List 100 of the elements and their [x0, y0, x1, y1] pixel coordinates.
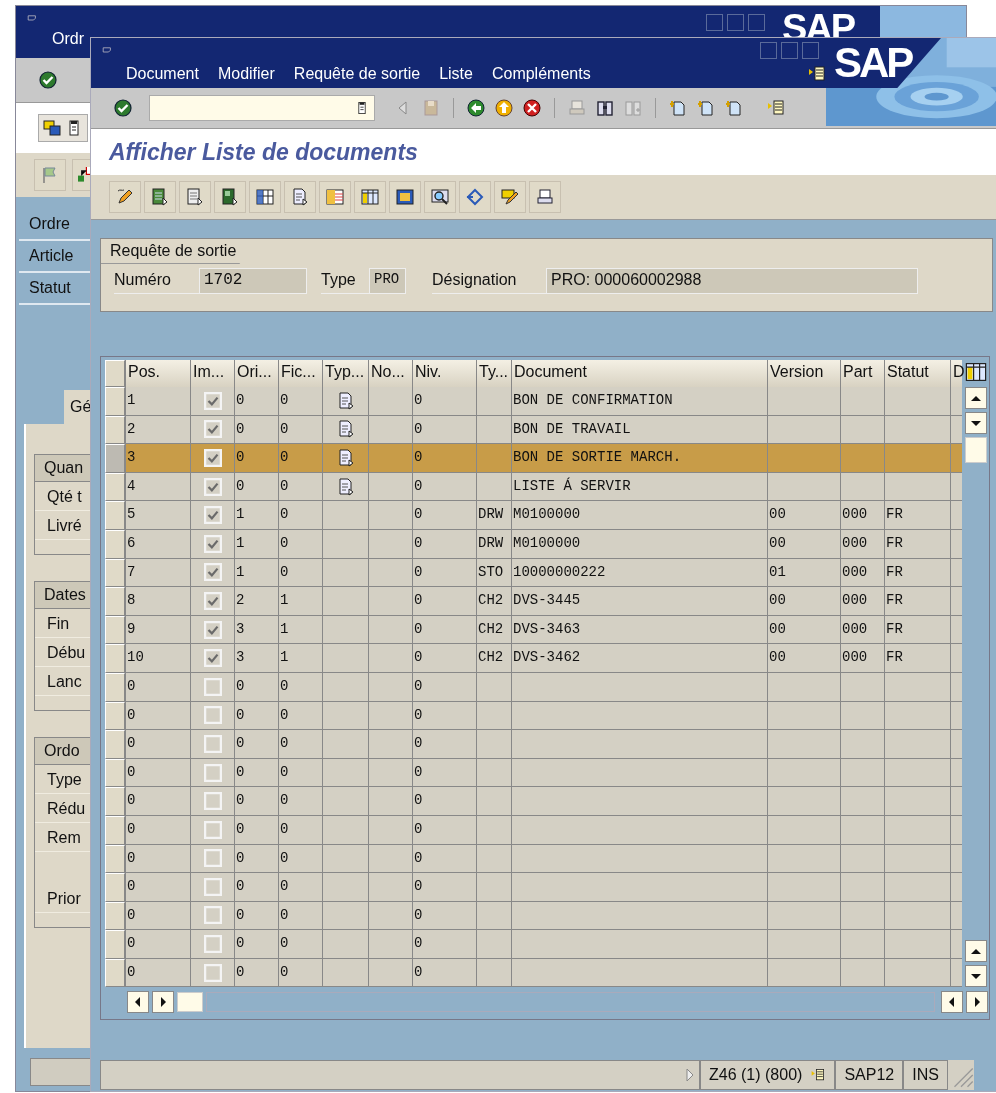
select-all-button[interactable]: [105, 360, 125, 387]
checkbox[interactable]: [203, 963, 222, 982]
menu-item[interactable]: Liste: [439, 65, 473, 83]
search-icon[interactable]: [595, 98, 615, 118]
row-selector[interactable]: [105, 672, 125, 702]
toolbar-icon[interactable]: [42, 118, 62, 138]
checkbox[interactable]: [203, 792, 222, 811]
checkbox[interactable]: [203, 706, 222, 725]
table-row[interactable]: 2 0 0 0 BON DE TRAVAIL: [105, 415, 962, 445]
table-row[interactable]: 5 1 0 0 DRW M0100000 00 000 FR: [105, 501, 962, 530]
menu-item[interactable]: Document: [126, 65, 199, 83]
toolbar-button[interactable]: [249, 181, 281, 213]
scroll-right-button[interactable]: [966, 991, 988, 1014]
first-page-icon[interactable]: [668, 98, 688, 118]
previous-page-icon[interactable]: [696, 98, 716, 118]
tab[interactable]: Gé: [64, 390, 92, 424]
column-settings-icon[interactable]: [963, 360, 988, 384]
resize-grip-icon[interactable]: [947, 1060, 974, 1091]
row-selector[interactable]: [105, 815, 125, 845]
table-row[interactable]: 0 0 0 0: [105, 730, 962, 759]
next-page-icon[interactable]: [724, 98, 744, 118]
row-selector[interactable]: [105, 444, 125, 473]
close-button[interactable]: [802, 42, 819, 59]
row-selector[interactable]: [105, 758, 125, 788]
table-row[interactable]: 7 1 0 0 STO 10000000222 01 000 FR: [105, 558, 962, 588]
layout-menu-icon[interactable]: [807, 64, 827, 84]
checkbox[interactable]: [203, 649, 222, 668]
row-selector[interactable]: [105, 587, 125, 616]
toolbar-button[interactable]: [109, 181, 141, 213]
toolbar-button[interactable]: [354, 181, 386, 213]
row-selector[interactable]: [105, 701, 125, 731]
menu-item[interactable]: Requête de sortie: [293, 65, 421, 83]
back-icon[interactable]: [466, 98, 486, 118]
scroll-left-button[interactable]: [941, 991, 963, 1014]
toolbar-button[interactable]: [494, 181, 526, 213]
toolbar-button[interactable]: [459, 181, 491, 213]
table-row[interactable]: 6 1 0 0 DRW M0100000 00 000 FR: [105, 529, 962, 559]
row-selector[interactable]: [105, 501, 125, 530]
cancel-icon[interactable]: [522, 98, 542, 118]
command-field[interactable]: [149, 95, 375, 121]
row-selector[interactable]: [105, 644, 125, 673]
checkbox[interactable]: [203, 677, 222, 696]
print-icon[interactable]: [567, 98, 587, 118]
toolbar-button[interactable]: [144, 181, 176, 213]
checkbox[interactable]: [203, 391, 222, 410]
table-row[interactable]: 0 0 0 0: [105, 930, 962, 959]
checkbox[interactable]: [203, 477, 222, 496]
enter-icon[interactable]: [38, 70, 58, 90]
checkbox[interactable]: [203, 420, 222, 439]
table-row[interactable]: 1 0 0 0 BON DE CONFIRMATION: [105, 387, 962, 416]
table-row[interactable]: 0 0 0 0: [105, 815, 962, 845]
scroll-down-button[interactable]: [964, 965, 987, 988]
checkbox[interactable]: [203, 734, 222, 753]
row-selector[interactable]: [105, 787, 125, 816]
checkbox[interactable]: [203, 935, 222, 954]
table-row[interactable]: 0 0 0 0: [105, 787, 962, 816]
table-row[interactable]: 4 0 0 0 LISTE Á SERVIR: [105, 472, 962, 502]
scroll-left-button[interactable]: [127, 991, 149, 1014]
scrollbar-thumb[interactable]: [177, 992, 203, 1013]
checkbox[interactable]: [203, 591, 222, 610]
checkbox[interactable]: [203, 506, 222, 525]
table-row[interactable]: 0 0 0 0: [105, 844, 962, 874]
toolbar-button[interactable]: [389, 181, 421, 213]
row-selector[interactable]: [105, 844, 125, 874]
table-row[interactable]: 0 0 0 0: [105, 672, 962, 702]
table-row[interactable]: 0 0 0 0: [105, 901, 962, 931]
row-selector[interactable]: [105, 415, 125, 445]
maximize-button[interactable]: [727, 14, 744, 31]
checkbox[interactable]: [203, 849, 222, 868]
maximize-button[interactable]: [781, 42, 798, 59]
row-selector[interactable]: [105, 730, 125, 759]
scrollbar-thumb[interactable]: [964, 437, 987, 463]
close-button[interactable]: [748, 14, 765, 31]
row-selector[interactable]: [105, 529, 125, 559]
checkbox[interactable]: [203, 534, 222, 553]
row-selector[interactable]: [105, 901, 125, 931]
row-selector[interactable]: [105, 558, 125, 588]
row-selector[interactable]: [105, 930, 125, 959]
checkbox[interactable]: [203, 563, 222, 582]
table-row[interactable]: 8 2 1 0 CH2 DVS-3445 00 000 FR: [105, 587, 962, 616]
scroll-down-button[interactable]: [964, 412, 987, 434]
row-selector[interactable]: [105, 615, 125, 645]
toolbar-button[interactable]: [72, 159, 90, 191]
table-row[interactable]: 0 0 0 0: [105, 701, 962, 731]
scroll-up-button[interactable]: [964, 387, 987, 409]
row-selector[interactable]: [105, 873, 125, 902]
table-row[interactable]: 0 0 0 0: [105, 758, 962, 788]
scrollbar-track[interactable]: [206, 992, 935, 1013]
row-selector[interactable]: [105, 472, 125, 502]
minimize-button[interactable]: [760, 42, 777, 59]
table-row[interactable]: 9 3 1 0 CH2 DVS-3463 00 000 FR: [105, 615, 962, 645]
minimize-button[interactable]: [706, 14, 723, 31]
table-row[interactable]: 3 0 0 0 BON DE SORTIE MARCH.: [105, 444, 962, 473]
menu-item[interactable]: Compléments: [491, 65, 591, 83]
checkbox[interactable]: [203, 449, 222, 467]
table-row[interactable]: 10 3 1 0 CH2 DVS-3462 00 000 FR: [105, 644, 962, 673]
checkbox[interactable]: [203, 906, 222, 925]
table-row[interactable]: 0 0 0 0: [105, 958, 962, 988]
checkbox[interactable]: [203, 820, 222, 839]
toolbar-button[interactable]: [424, 181, 456, 213]
